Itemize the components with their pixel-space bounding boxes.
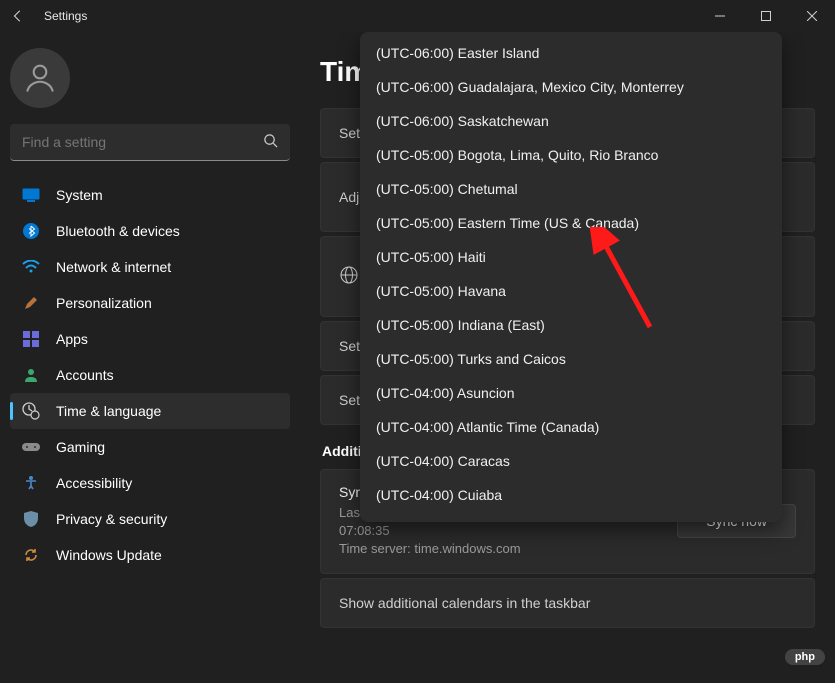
sidebar-item-label: Gaming	[56, 439, 105, 455]
dropdown-option[interactable]: (UTC-06:00) Guadalajara, Mexico City, Mo…	[360, 70, 782, 104]
profile[interactable]	[10, 42, 290, 124]
gamepad-icon	[22, 438, 40, 456]
card-show-calendars[interactable]: Show additional calendars in the taskbar	[320, 578, 815, 628]
sidebar-item-label: Bluetooth & devices	[56, 223, 180, 239]
avatar	[10, 48, 70, 108]
dropdown-option[interactable]: (UTC-05:00) Bogota, Lima, Quito, Rio Bra…	[360, 138, 782, 172]
dropdown-option[interactable]: (UTC-05:00) Eastern Time (US & Canada)	[360, 206, 782, 240]
accessibility-icon	[22, 474, 40, 492]
dropdown-option[interactable]: (UTC-06:00) Saskatchewan	[360, 104, 782, 138]
dropdown-option[interactable]: (UTC-04:00) Cuiaba	[360, 478, 782, 512]
sidebar-item-label: Apps	[56, 331, 88, 347]
brush-icon	[22, 294, 40, 312]
dropdown-option[interactable]: (UTC-06:00) Easter Island	[360, 36, 782, 70]
apps-icon	[22, 330, 40, 348]
watermark: php	[785, 649, 825, 665]
sidebar-item-privacy[interactable]: Privacy & security	[10, 501, 290, 537]
search-box	[10, 124, 290, 161]
close-button[interactable]	[789, 0, 835, 32]
window-title: Settings	[44, 9, 87, 23]
content-area: Time Set tim Adjust Set tim Set the Addi…	[300, 32, 835, 683]
sidebar-item-bluetooth[interactable]: Bluetooth & devices	[10, 213, 290, 249]
sidebar-item-label: Network & internet	[56, 259, 171, 275]
dropdown-option[interactable]: (UTC-04:00) Atlantic Time (Canada)	[360, 410, 782, 444]
sidebar-item-label: Privacy & security	[56, 511, 167, 527]
update-icon	[22, 546, 40, 564]
globe-icon	[339, 265, 361, 288]
system-icon	[22, 186, 40, 204]
sidebar-item-label: Time & language	[56, 403, 161, 419]
sidebar: System Bluetooth & devices Network & int…	[0, 32, 300, 683]
sidebar-item-accounts[interactable]: Accounts	[10, 357, 290, 393]
clock-globe-icon	[22, 402, 40, 420]
minimize-button[interactable]	[697, 0, 743, 32]
sidebar-item-label: Accounts	[56, 367, 114, 383]
sidebar-item-label: System	[56, 187, 103, 203]
sidebar-item-label: Personalization	[56, 295, 152, 311]
search-icon	[263, 133, 278, 153]
wifi-icon	[22, 258, 40, 276]
search-input[interactable]	[10, 124, 290, 161]
sidebar-item-network[interactable]: Network & internet	[10, 249, 290, 285]
sync-server: Time server: time.windows.com	[339, 540, 677, 558]
sidebar-item-system[interactable]: System	[10, 177, 290, 213]
dropdown-option[interactable]: (UTC-05:00) Haiti	[360, 240, 782, 274]
timezone-dropdown[interactable]: (UTC-06:00) Easter Island (UTC-06:00) Gu…	[360, 32, 782, 522]
sidebar-item-label: Accessibility	[56, 475, 132, 491]
shield-icon	[22, 510, 40, 528]
dropdown-option[interactable]: (UTC-05:00) Indiana (East)	[360, 308, 782, 342]
dropdown-option[interactable]: (UTC-04:00) Asuncion	[360, 376, 782, 410]
dropdown-option[interactable]: (UTC-05:00) Chetumal	[360, 172, 782, 206]
sidebar-item-label: Windows Update	[56, 547, 162, 563]
titlebar: Settings	[0, 0, 835, 32]
dropdown-option[interactable]: (UTC-05:00) Havana	[360, 274, 782, 308]
dropdown-option[interactable]: (UTC-04:00) Caracas	[360, 444, 782, 478]
sidebar-item-apps[interactable]: Apps	[10, 321, 290, 357]
person-icon	[22, 366, 40, 384]
sidebar-item-time-language[interactable]: Time & language	[10, 393, 290, 429]
maximize-button[interactable]	[743, 0, 789, 32]
back-button[interactable]	[10, 8, 26, 24]
sidebar-item-windows-update[interactable]: Windows Update	[10, 537, 290, 573]
sidebar-item-gaming[interactable]: Gaming	[10, 429, 290, 465]
bluetooth-icon	[22, 222, 40, 240]
dropdown-option[interactable]: (UTC-05:00) Turks and Caicos	[360, 342, 782, 376]
sidebar-item-accessibility[interactable]: Accessibility	[10, 465, 290, 501]
sidebar-item-personalization[interactable]: Personalization	[10, 285, 290, 321]
